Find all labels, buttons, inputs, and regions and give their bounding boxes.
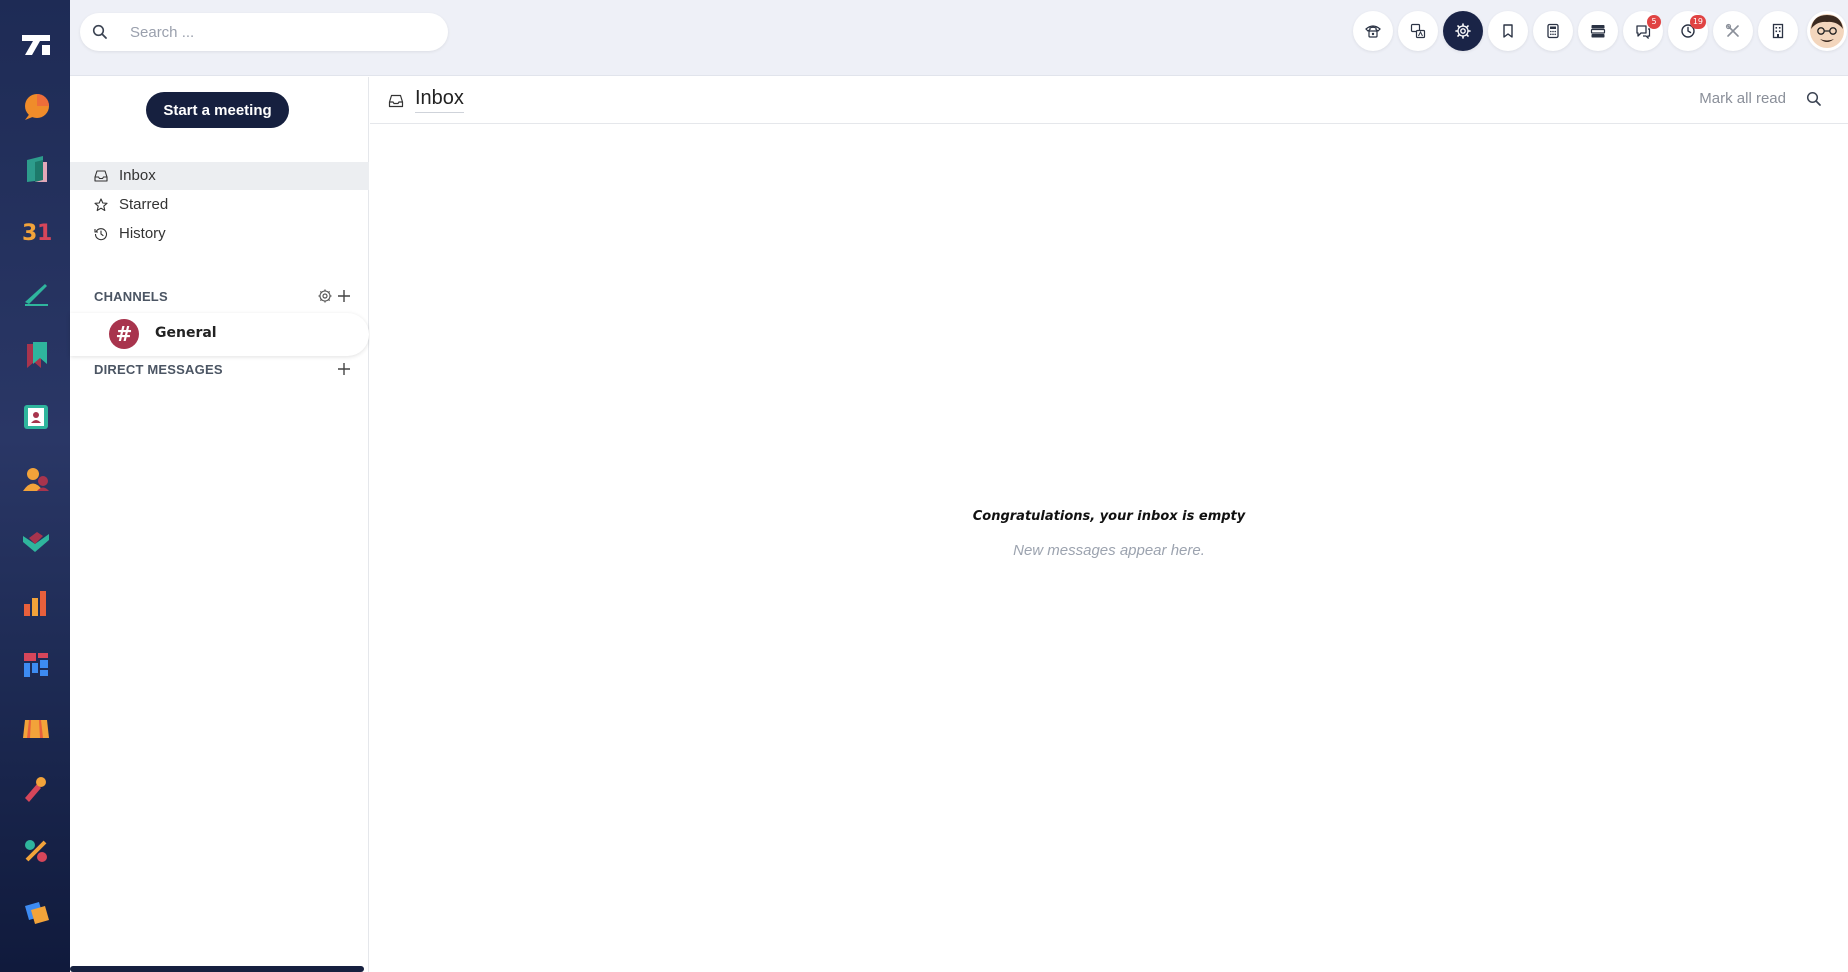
activity-list-button[interactable] <box>1578 11 1618 51</box>
company-switcher-button[interactable] <box>1758 11 1798 51</box>
avatar-face-icon <box>1810 14 1844 48</box>
page-title[interactable]: Inbox <box>415 87 464 113</box>
voip-phone-icon <box>1365 25 1381 38</box>
bookmark-button[interactable] <box>1488 11 1528 51</box>
marketing-app-icon[interactable] <box>21 774 51 804</box>
home-logo-icon[interactable] <box>20 32 52 58</box>
activity-list-icon <box>1590 25 1606 38</box>
user-avatar[interactable] <box>1807 11 1847 51</box>
sidebar-item-label: Inbox <box>119 167 156 184</box>
empty-inbox-subtitle: New messages appear here. <box>1013 542 1205 559</box>
crm-app-icon[interactable] <box>21 526 51 556</box>
messages-count-badge: 5 <box>1647 15 1661 29</box>
contacts-app-icon[interactable] <box>21 402 51 432</box>
building-icon <box>1772 23 1784 39</box>
sidebar-scrollbar[interactable] <box>70 966 364 972</box>
discuss-app-icon[interactable] <box>21 92 51 122</box>
calculator-icon <box>1547 23 1559 39</box>
svg-text:3: 3 <box>22 221 37 246</box>
apps-store-icon[interactable] <box>21 898 51 928</box>
sign-app-icon[interactable] <box>21 278 51 308</box>
documents-app-icon[interactable] <box>21 154 51 184</box>
channel-avatar: # <box>109 319 139 349</box>
point-of-sale-app-icon[interactable] <box>21 712 51 742</box>
reporting-app-icon[interactable] <box>21 588 51 618</box>
channel-settings-gear-icon[interactable] <box>317 288 333 304</box>
translate-icon <box>1410 23 1426 39</box>
sidebar-item-label: History <box>119 225 166 242</box>
translate-button[interactable] <box>1398 11 1438 51</box>
calendar-app-icon[interactable]: 31 <box>21 216 51 246</box>
sidebar-item-label: Starred <box>119 196 169 213</box>
star-icon <box>94 198 108 212</box>
tools-button[interactable] <box>1713 11 1753 51</box>
empty-inbox-title: Congratulations, your inbox is empty <box>972 509 1246 524</box>
sidebar-item-starred[interactable]: Starred <box>70 191 369 219</box>
tools-app-icon[interactable] <box>21 836 51 866</box>
add-channel-plus-icon[interactable] <box>336 288 352 304</box>
settings-button[interactable] <box>1443 11 1483 51</box>
bookmark-icon <box>1503 24 1513 38</box>
search-input[interactable] <box>130 22 430 42</box>
svg-text:1: 1 <box>37 221 51 246</box>
inbox-icon <box>94 170 108 182</box>
search-icon[interactable] <box>1806 91 1822 107</box>
sidebar-item-inbox[interactable]: Inbox <box>70 162 369 190</box>
sidebar-item-history[interactable]: History <box>70 220 369 248</box>
top-bar: 5 19 <box>70 0 1848 76</box>
app-rail: 31 <box>0 0 70 972</box>
messages-button[interactable]: 5 <box>1623 11 1663 51</box>
knowledge-app-icon[interactable] <box>21 340 51 370</box>
dashboards-app-icon[interactable] <box>21 650 51 680</box>
inbox-icon <box>388 94 404 108</box>
discuss-sidebar: Start a meeting Inbox Starred History CH… <box>70 77 369 972</box>
activities-count-badge: 19 <box>1689 15 1706 29</box>
add-direct-message-plus-icon[interactable] <box>336 361 352 377</box>
channel-name: General <box>155 325 217 341</box>
start-meeting-button[interactable]: Start a meeting <box>146 92 289 128</box>
direct-messages-heading[interactable]: DIRECT MESSAGES <box>94 362 223 377</box>
mark-all-read-button[interactable]: Mark all read <box>1699 90 1786 107</box>
main-panel: Inbox Mark all read Congratulations, you… <box>370 77 1848 972</box>
search-icon <box>92 24 107 39</box>
activities-button[interactable]: 19 <box>1668 11 1708 51</box>
voip-phone-button[interactable] <box>1353 11 1393 51</box>
employees-app-icon[interactable] <box>21 464 51 494</box>
calculator-button[interactable] <box>1533 11 1573 51</box>
channels-heading[interactable]: CHANNELS <box>94 289 168 304</box>
channel-item-general[interactable]: # General <box>70 313 369 356</box>
settings-gear-icon <box>1455 23 1471 39</box>
search-box <box>80 13 448 51</box>
tools-icon <box>1725 23 1739 37</box>
history-icon <box>94 228 108 241</box>
main-header: Inbox Mark all read <box>370 77 1848 124</box>
